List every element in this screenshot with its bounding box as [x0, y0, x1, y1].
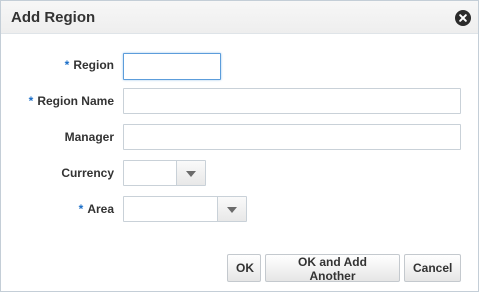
manager-input[interactable] [123, 124, 461, 150]
area-select[interactable] [123, 196, 247, 222]
chevron-down-icon [186, 171, 196, 177]
required-marker: * [64, 58, 70, 72]
cancel-button[interactable]: Cancel [404, 254, 461, 282]
close-icon[interactable] [455, 10, 471, 26]
region-name-input[interactable] [123, 88, 461, 114]
currency-select[interactable] [123, 160, 206, 186]
area-dropdown-button[interactable] [217, 197, 246, 221]
required-marker: * [28, 94, 34, 108]
region-name-label: Region Name [37, 94, 114, 108]
ok-button[interactable]: OK [227, 254, 261, 282]
region-name-label-wrap: * Region Name [29, 94, 114, 108]
region-label-wrap: * Region [65, 58, 114, 72]
dialog-titlebar: Add Region [1, 1, 478, 34]
ok-and-add-another-button[interactable]: OK and Add Another [265, 254, 400, 283]
required-marker: * [78, 202, 84, 216]
currency-dropdown-button[interactable] [176, 161, 205, 185]
add-region-dialog: Add Region * Region * Region Name Manager … [0, 0, 479, 292]
region-input[interactable] [123, 53, 221, 80]
chevron-down-icon [227, 207, 237, 213]
area-label: Area [87, 202, 114, 216]
dialog-title: Add Region [11, 9, 96, 26]
area-label-wrap: * Area [79, 202, 114, 216]
currency-label: Currency [61, 166, 114, 180]
manager-label: Manager [64, 130, 114, 144]
region-label: Region [73, 58, 114, 72]
